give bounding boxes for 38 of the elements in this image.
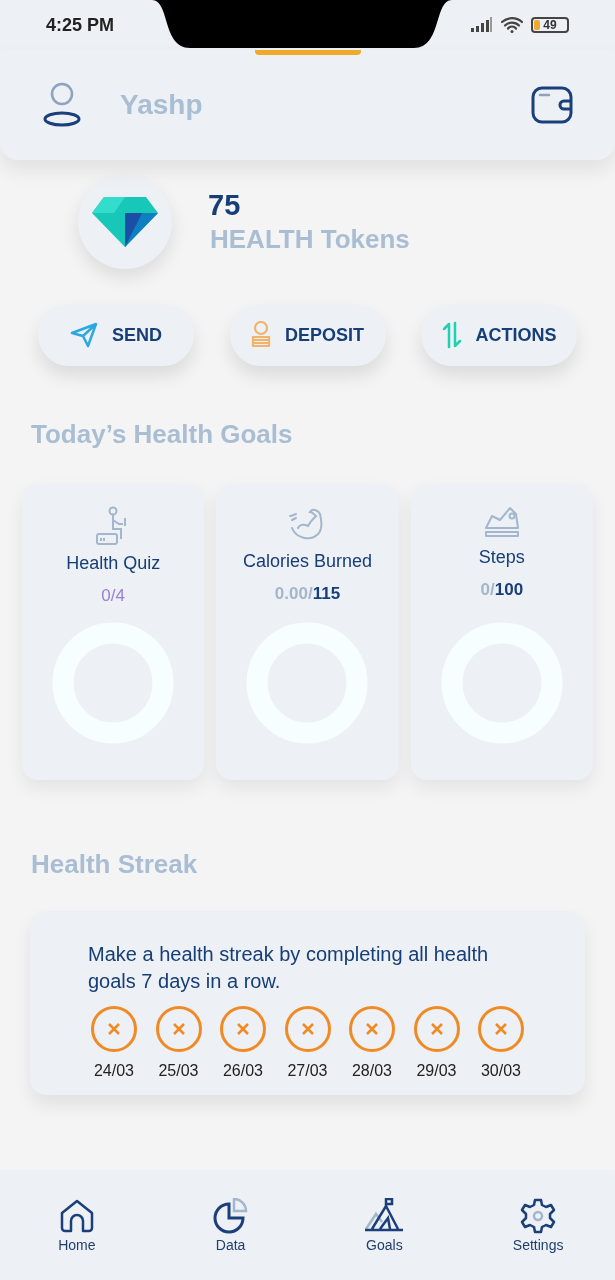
actions-button[interactable]: ACTIONS	[421, 304, 577, 366]
signal-icon	[471, 17, 493, 33]
goal-title: Steps	[478, 546, 525, 569]
battery-percent: 49	[543, 17, 557, 34]
day-date: 29/03	[416, 1061, 457, 1081]
day-date: 25/03	[158, 1061, 199, 1081]
nav-tab[interactable]: Home	[0, 1198, 154, 1256]
token-amount: 75	[208, 188, 242, 222]
goal-title: Health Quiz	[66, 552, 161, 575]
paper-plane-icon	[70, 322, 98, 348]
pie-chart-icon	[212, 1198, 249, 1234]
nav-tab[interactable]: Settings	[461, 1198, 615, 1256]
day-date: 24/03	[93, 1061, 134, 1081]
deposit-button[interactable]: DEPOSIT	[229, 304, 386, 366]
nav-tab[interactable]: Data	[153, 1198, 308, 1256]
mountain-flag-icon	[364, 1198, 405, 1232]
section-title: Health Streak	[31, 848, 199, 880]
arrows-icon	[441, 320, 462, 350]
username: Yashp	[120, 88, 203, 122]
day-date: 27/03	[287, 1061, 328, 1081]
day-date: 28/03	[351, 1061, 392, 1081]
wallet-icon[interactable]	[531, 86, 573, 124]
streak-description: Make a health streak by completing all health goals 7 days in a row.	[88, 942, 490, 994]
coins-icon	[251, 321, 271, 349]
home-icon	[58, 1198, 95, 1234]
diamond-icon	[92, 197, 158, 247]
section-title: Today’s Health Goals	[31, 418, 294, 450]
profile-icon[interactable]	[42, 82, 82, 128]
nav-tab[interactable]: Goals	[307, 1198, 462, 1256]
goal-title: Calories Burned	[242, 550, 373, 573]
status-time: 4:25 PM	[46, 13, 115, 37]
battery-fill	[534, 20, 540, 30]
day-date: 30/03	[480, 1061, 521, 1081]
day-date: 26/03	[222, 1061, 263, 1081]
settings-icon	[520, 1198, 557, 1234]
token-label: HEALTH Tokens	[210, 223, 410, 256]
wifi-icon	[501, 17, 523, 33]
send-button[interactable]: SEND	[38, 304, 194, 366]
